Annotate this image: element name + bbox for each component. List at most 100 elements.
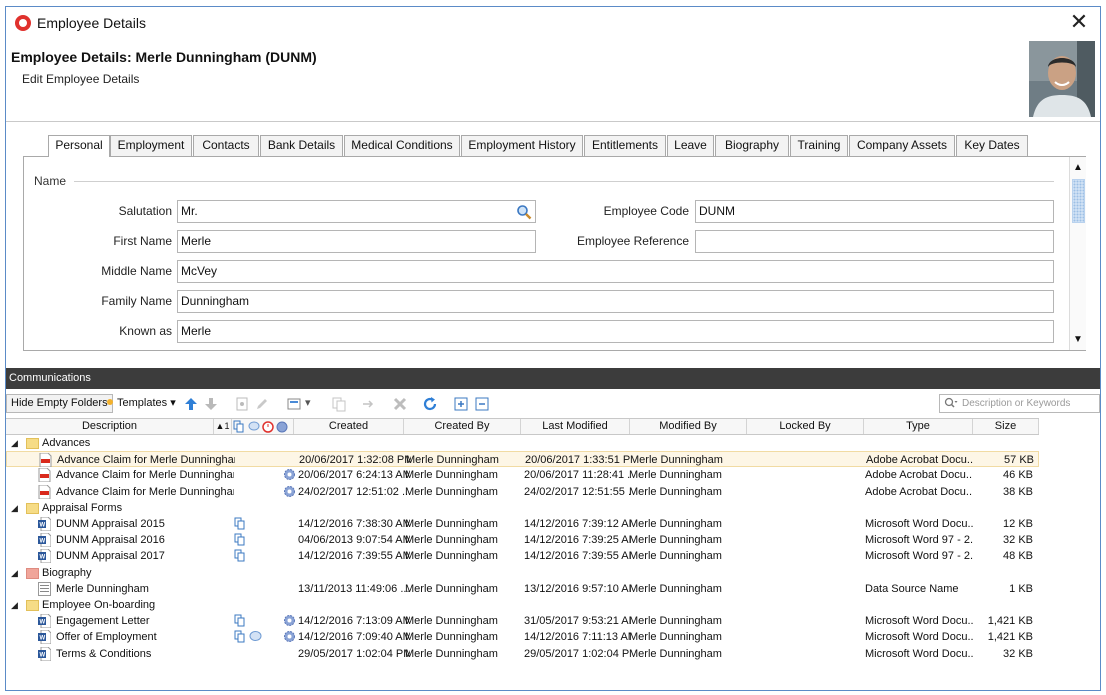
created-cell: 24/02/2017 12:51:02 ... xyxy=(298,485,410,498)
document-row[interactable]: Advance Claim for Merle Dunningham ... 20… xyxy=(6,451,1039,468)
family-name-field[interactable]: Dunningham xyxy=(177,290,1054,313)
search-input[interactable]: Description or Keywords xyxy=(939,394,1100,413)
document-row[interactable]: Merle Dunningham 13/11/2013 11:49:06 ... M… xyxy=(6,581,1039,597)
templates-dropdown[interactable]: Templates ▾ xyxy=(117,396,176,409)
size-cell: 1,421 KB xyxy=(987,615,1033,628)
modified-by-cell: Merle Dunningham xyxy=(629,469,722,482)
delete-icon[interactable] xyxy=(392,396,408,412)
salutation-label: Salutation xyxy=(118,204,172,218)
communications-toolbar: Hide Empty Folders Templates ▾ ▾ Descrip… xyxy=(6,393,1100,415)
expand-arrow-icon[interactable]: ◢ xyxy=(11,435,18,451)
personal-panel: Name Salutation Mr. First Name Merle Mid… xyxy=(23,156,1086,351)
size-cell: 46 KB xyxy=(1003,469,1033,482)
document-row[interactable]: W DUNM Appraisal 2016 04/06/2013 9:07:54 A… xyxy=(6,532,1039,548)
word-file-icon: W xyxy=(38,613,52,629)
employee-photo[interactable] xyxy=(1029,41,1095,117)
expand-icon[interactable] xyxy=(453,396,469,412)
modified-by-cell: Merle Dunningham xyxy=(629,518,722,530)
folder-name: Employee On-boarding xyxy=(42,599,156,611)
expand-arrow-icon[interactable]: ◢ xyxy=(11,597,18,613)
type-cell: Adobe Acrobat Docu... xyxy=(865,469,973,482)
first-name-label: First Name xyxy=(113,234,172,248)
tab-biography[interactable]: Biography xyxy=(715,135,789,156)
search-icon xyxy=(944,397,958,416)
column-type[interactable]: Type xyxy=(864,419,973,434)
last-modified-cell: 14/12/2016 7:39:55 AM xyxy=(524,550,630,563)
document-row[interactable]: W DUNM Appraisal 2017 14/12/2016 7:39:55 A… xyxy=(6,548,1039,564)
document-row[interactable]: Advance Claim for Merle Dunningham ... 24… xyxy=(6,484,1039,500)
collapse-icon[interactable] xyxy=(474,396,490,412)
known-as-label: Known as xyxy=(119,324,172,338)
down-arrow-icon[interactable] xyxy=(203,396,219,412)
tab-company-assets[interactable]: Company Assets xyxy=(849,135,955,156)
employee-code-field[interactable]: DUNM xyxy=(695,200,1054,223)
last-modified-cell: 13/12/2016 9:57:10 AM xyxy=(524,582,630,595)
tab-medical-conditions[interactable]: Medical Conditions xyxy=(344,135,460,156)
document-row[interactable]: W Engagement Letter 14/12/2016 7:13:09 AM M… xyxy=(6,613,1039,629)
employee-reference-label: Employee Reference xyxy=(576,234,689,248)
tab-personal[interactable]: Personal xyxy=(48,135,110,157)
close-icon[interactable]: ✕ xyxy=(1066,10,1092,36)
middle-name-field[interactable]: McVey xyxy=(177,260,1054,283)
folder-row[interactable]: ◢ Employee On-boarding xyxy=(6,597,1039,613)
tab-entitlements[interactable]: Entitlements xyxy=(584,135,666,156)
type-cell: Microsoft Word 97 - 2... xyxy=(865,534,973,547)
column-created[interactable]: Created xyxy=(294,419,404,434)
new-document-icon[interactable] xyxy=(286,396,302,412)
tab-leave[interactable]: Leave xyxy=(667,135,714,156)
created-cell: 14/12/2016 7:13:09 AM xyxy=(298,615,410,628)
svg-text:W: W xyxy=(40,620,46,626)
created-by-cell: Merle Dunningham xyxy=(405,631,498,644)
scroll-down-icon[interactable]: ▼ xyxy=(1070,331,1086,348)
document-description: DUNM Appraisal 2015 xyxy=(56,518,165,530)
search-placeholder: Description or Keywords xyxy=(962,398,1071,409)
document-description: Merle Dunningham xyxy=(56,582,149,595)
column-last-modified[interactable]: Last Modified xyxy=(521,419,630,434)
document-row[interactable]: W DUNM Appraisal 2015 14/12/2016 7:38:30 A… xyxy=(6,516,1039,532)
refresh-icon[interactable] xyxy=(422,396,438,412)
folder-row[interactable]: ◢ Appraisal Forms xyxy=(6,500,1039,516)
expand-arrow-icon[interactable]: ◢ xyxy=(11,565,18,581)
new-document-dropdown-icon[interactable]: ▾ xyxy=(305,396,311,409)
scroll-up-icon[interactable]: ▲ xyxy=(1070,159,1086,176)
salutation-field[interactable]: Mr. xyxy=(177,200,536,223)
document-row[interactable]: W Terms & Conditions 29/05/2017 1:02:04 PM… xyxy=(6,646,1039,662)
copy-status-icon xyxy=(234,630,247,643)
size-cell: 38 KB xyxy=(1003,485,1033,498)
column-description[interactable]: Description xyxy=(6,419,214,434)
tab-key-dates[interactable]: Key Dates xyxy=(956,135,1028,156)
sort-indicator[interactable]: ▲1 xyxy=(214,419,232,434)
folder-row[interactable]: ◢ Advances xyxy=(6,435,1039,451)
copy-icon[interactable] xyxy=(331,396,347,412)
tab-contacts[interactable]: Contacts xyxy=(193,135,259,156)
created-cell: 04/06/2013 9:07:54 AM xyxy=(298,534,410,547)
document-row[interactable]: W Offer of Employment 14/12/2016 7:09:40 A… xyxy=(6,629,1039,645)
expand-arrow-icon[interactable]: ◢ xyxy=(11,500,18,516)
edit-icon[interactable] xyxy=(254,396,270,412)
column-size[interactable]: Size xyxy=(973,419,1039,434)
employee-reference-field[interactable] xyxy=(695,230,1054,253)
tab-employment[interactable]: Employment xyxy=(110,135,192,156)
column-created-by[interactable]: Created By xyxy=(404,419,521,434)
column-status-icons[interactable] xyxy=(232,419,294,434)
known-as-field[interactable]: Merle xyxy=(177,320,1054,343)
created-by-cell: Merle Dunningham xyxy=(405,518,498,530)
move-icon[interactable] xyxy=(361,396,377,412)
column-modified-by[interactable]: Modified By xyxy=(630,419,747,434)
folder-name: Biography xyxy=(42,566,92,579)
hide-empty-folders-button[interactable]: Hide Empty Folders xyxy=(6,394,113,413)
view-icon[interactable] xyxy=(234,396,250,412)
up-arrow-icon[interactable] xyxy=(183,396,199,412)
document-row[interactable]: Advance Claim for Merle Dunningham ... 20… xyxy=(6,467,1039,483)
first-name-field[interactable]: Merle xyxy=(177,230,536,253)
folder-row[interactable]: ◢ Biography xyxy=(6,565,1039,581)
tab-employment-history[interactable]: Employment History xyxy=(461,135,583,156)
tab-bank-details[interactable]: Bank Details xyxy=(260,135,343,156)
scroll-thumb[interactable] xyxy=(1072,179,1085,223)
panel-scrollbar[interactable]: ▲ ▼ xyxy=(1069,157,1086,350)
copy-status-icon xyxy=(234,614,247,627)
lookup-icon[interactable] xyxy=(516,204,532,220)
last-modified-cell: 20/06/2017 11:28:41 ... xyxy=(524,469,630,482)
tab-training[interactable]: Training xyxy=(790,135,848,156)
column-locked-by[interactable]: Locked By xyxy=(747,419,864,434)
